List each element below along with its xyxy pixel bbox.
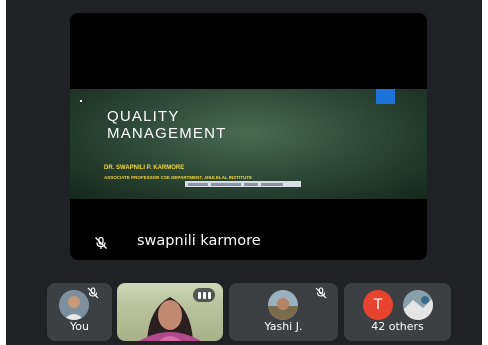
participant-tile-yashi[interactable]: Yashi J. xyxy=(229,283,338,341)
slide-title-line1: QUALITY xyxy=(107,108,180,125)
mic-off-icon xyxy=(87,287,99,299)
participant-tile-others[interactable]: T 42 others xyxy=(344,283,451,341)
tile-options-icon[interactable] xyxy=(193,288,215,302)
participant-label: 42 others xyxy=(371,320,424,333)
participant-tile-you[interactable]: You xyxy=(47,283,112,341)
slide-title-line2: MANAGEMENT xyxy=(107,125,227,142)
avatar xyxy=(403,290,433,320)
slide-toolbar-strip xyxy=(185,181,301,187)
speaker-name: swapnili karmore xyxy=(137,233,261,249)
left-edge xyxy=(0,0,6,345)
avatar-letter: T xyxy=(363,290,393,320)
participant-label: Yashi J. xyxy=(264,320,303,333)
mic-off-icon xyxy=(95,236,107,249)
slide-title: QUALITY MANAGEMENT xyxy=(107,108,227,142)
avatar xyxy=(268,290,298,320)
mic-off-icon xyxy=(315,287,327,299)
participant-label: You xyxy=(70,320,89,333)
main-tile-footer: swapnili karmore xyxy=(70,226,427,260)
participant-video-tile[interactable] xyxy=(117,283,223,341)
avatar-letter-text: T xyxy=(373,297,383,313)
presentation-slide: QUALITY MANAGEMENT DR. SWAPNILI P. KARMO… xyxy=(70,89,427,199)
avatar xyxy=(59,290,89,320)
slide-dot xyxy=(80,100,82,102)
main-speaker-tile[interactable]: QUALITY MANAGEMENT DR. SWAPNILI P. KARMO… xyxy=(70,13,427,260)
slide-author: DR. SWAPNILI P. KARMORE xyxy=(104,165,185,171)
slide-accent-square xyxy=(376,89,395,104)
right-edge xyxy=(482,0,488,345)
slide-role: ASSOCIATE PROFESSOR CSE DEPARTMENT, JHUL… xyxy=(104,175,253,180)
